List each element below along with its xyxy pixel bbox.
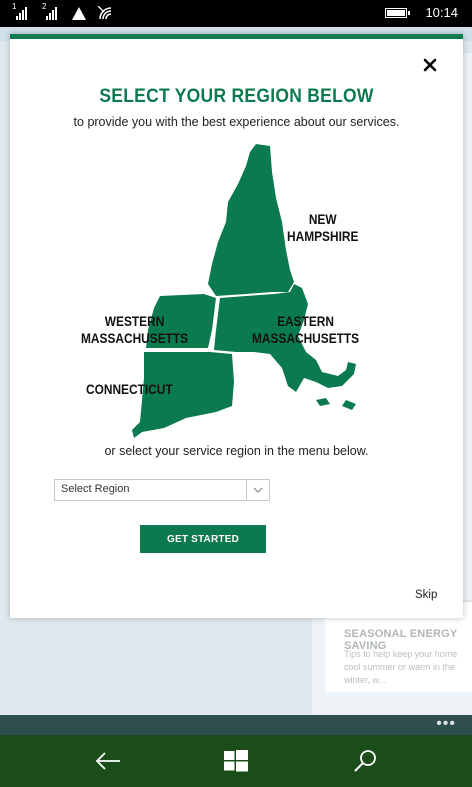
label-connecticut[interactable]: CONNECTICUT xyxy=(86,381,173,398)
dialog-title: SELECT YOUR REGION BELOW xyxy=(99,86,374,107)
chevron-down-icon[interactable] xyxy=(246,480,269,500)
back-arrow-icon[interactable] xyxy=(93,748,123,774)
signal-sim2-icon: 2 xyxy=(42,2,60,20)
label-new-hampshire[interactable]: NEW HAMPSHIRE xyxy=(287,211,358,245)
clock: 10:14 xyxy=(425,5,458,20)
map-region-new-hampshire[interactable] xyxy=(208,144,294,296)
background-card-text: Tips to help keep your home cool summer … xyxy=(344,649,458,685)
label-western-massachusetts-text: WESTERN MASSACHUSETTS xyxy=(81,313,189,346)
menu-instruction-text: or select your service region in the men… xyxy=(104,444,369,458)
dialog-accent-border xyxy=(10,34,463,39)
signal-sim1-icon: 1 xyxy=(12,2,30,20)
label-eastern-massachusetts-text: EASTERN MASSACHUSETTS xyxy=(252,313,360,346)
app-bar: ••• xyxy=(0,715,472,735)
dialog-subtitle: to provide you with the best experience … xyxy=(73,115,400,129)
skip-link[interactable]: Skip xyxy=(415,589,437,601)
search-icon[interactable] xyxy=(351,748,381,774)
map-islands xyxy=(316,398,356,410)
label-western-massachusetts[interactable]: WESTERN MASSACHUSETTS xyxy=(81,313,188,347)
wifi-icon xyxy=(98,6,112,20)
get-started-button[interactable]: GET STARTED xyxy=(140,525,266,553)
navigation-bar xyxy=(0,735,472,787)
label-connecticut-text: CONNECTICUT xyxy=(86,381,173,397)
region-select-dropdown[interactable]: Select Region xyxy=(54,479,270,501)
more-options-button[interactable]: ••• xyxy=(436,715,456,733)
label-eastern-massachusetts[interactable]: EASTERN MASSACHUSETTS xyxy=(252,313,359,347)
close-icon[interactable] xyxy=(422,57,438,73)
network-triangle-icon xyxy=(72,7,86,20)
region-select-value: Select Region xyxy=(61,483,130,495)
region-select-dialog: SELECT YOUR REGION BELOW to provide you … xyxy=(10,34,463,618)
battery-icon xyxy=(385,7,411,18)
windows-start-icon[interactable] xyxy=(221,748,251,774)
label-new-hampshire-text: NEW HAMPSHIRE xyxy=(287,211,359,244)
status-bar: 1 2 10:14 xyxy=(0,0,472,27)
